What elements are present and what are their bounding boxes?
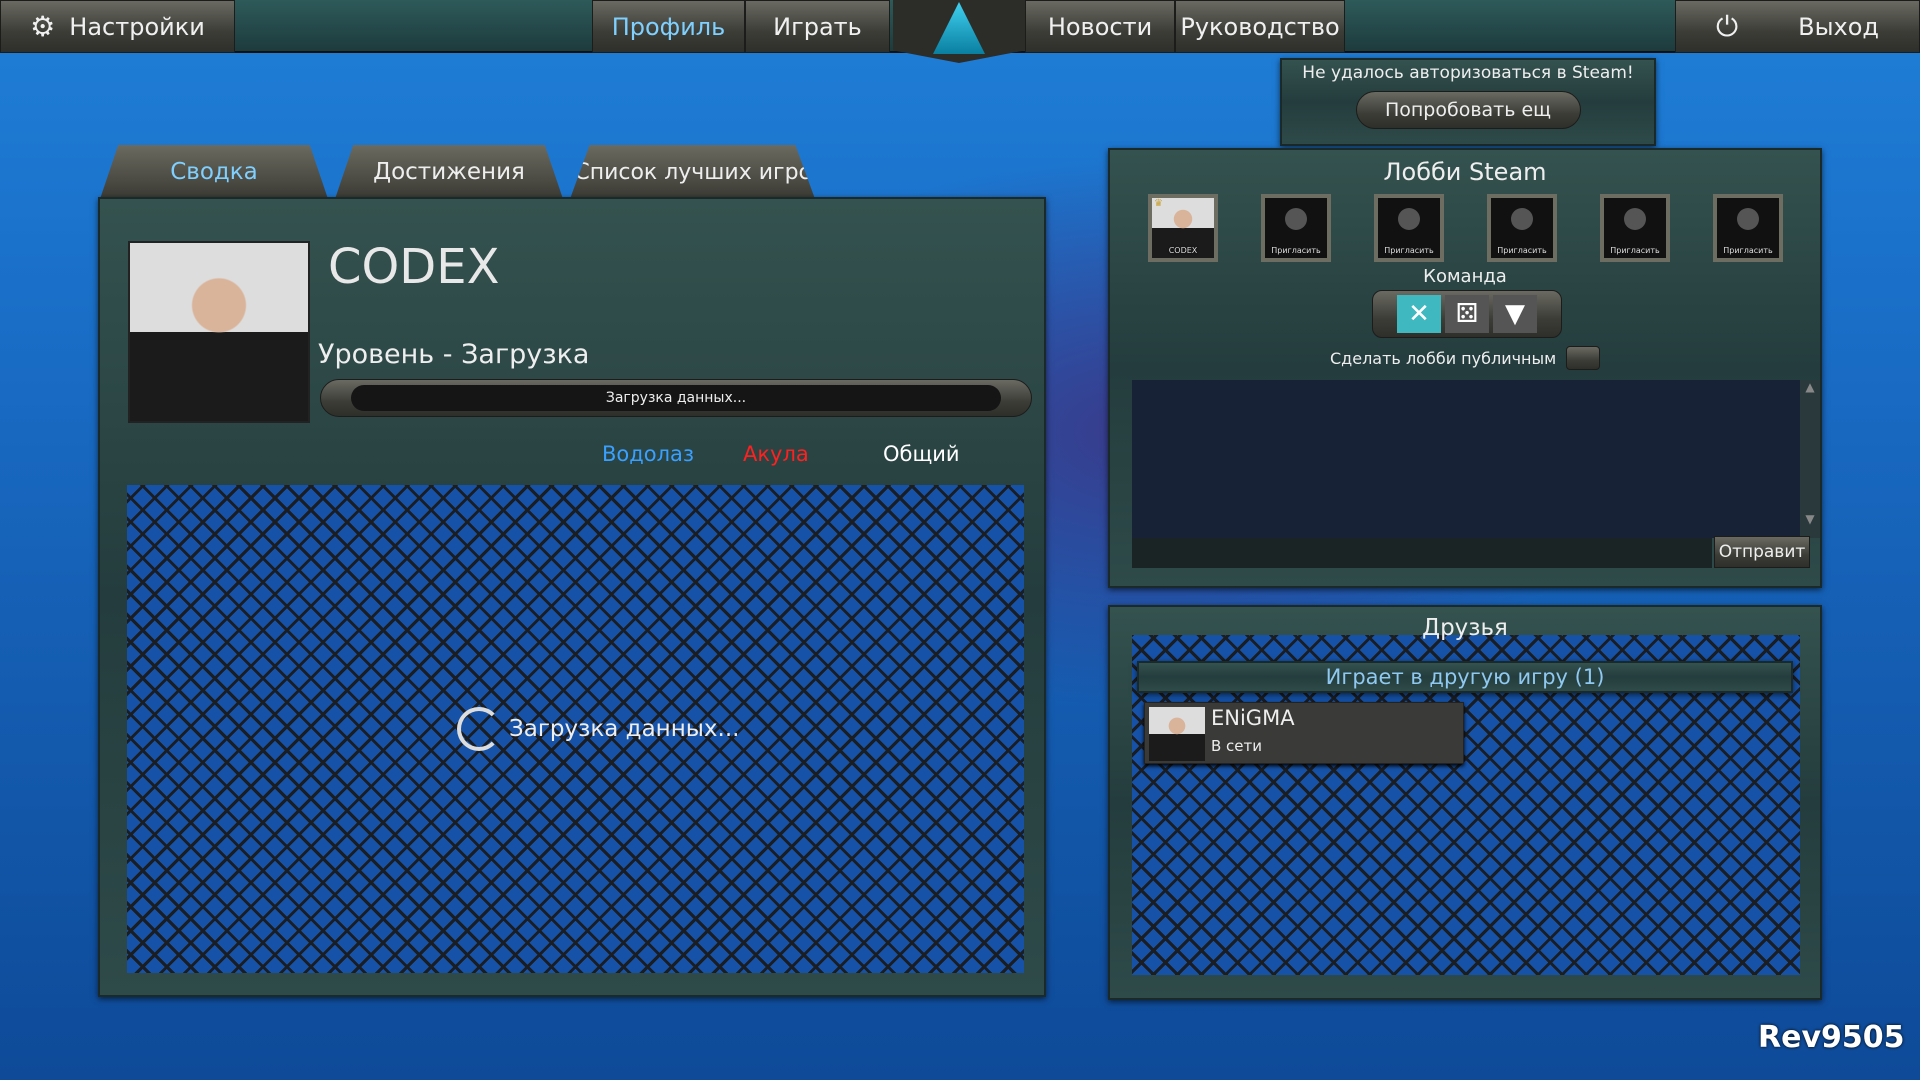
subtab-shark[interactable]: Акула bbox=[743, 441, 809, 467]
version-label: Rev9505 bbox=[1758, 1020, 1905, 1055]
friend-avatar bbox=[1149, 707, 1205, 761]
tab-news[interactable]: Новости bbox=[1025, 0, 1175, 53]
tab-guide[interactable]: Руководство bbox=[1175, 0, 1345, 53]
friend-item[interactable]: ENiGMA В сети bbox=[1144, 702, 1464, 764]
settings-button[interactable]: ⚙ Настройки bbox=[0, 0, 235, 53]
lobby-slot-host[interactable]: ♛ CODEX bbox=[1148, 194, 1218, 262]
friends-title: Друзья bbox=[1422, 615, 1508, 641]
exit-button[interactable]: ⏻ Выход bbox=[1675, 0, 1920, 53]
level-label: Уровень - Загрузка bbox=[318, 339, 590, 370]
user-placeholder-icon bbox=[1285, 208, 1307, 230]
profile-panel: CODEX Уровень - Загрузка Загрузка данных… bbox=[98, 197, 1046, 997]
user-placeholder-icon bbox=[1511, 208, 1533, 230]
dice-icon[interactable]: ⚄ bbox=[1445, 295, 1489, 333]
loading-spinner-icon bbox=[457, 707, 501, 751]
tab-profile[interactable]: Профиль bbox=[592, 0, 745, 53]
lobby-invite-slot[interactable]: Пригласить bbox=[1374, 194, 1444, 262]
steam-lobby-panel: Лобби Steam ♛ CODEX Пригласить Пригласить… bbox=[1108, 148, 1822, 588]
lobby-invite-slot[interactable]: Пригласить bbox=[1713, 194, 1783, 262]
retry-button[interactable]: Попробовать ещ bbox=[1355, 91, 1581, 129]
lobby-title: Лобби Steam bbox=[1383, 158, 1547, 186]
lobby-invite-slot[interactable]: Пригласить bbox=[1261, 194, 1331, 262]
progress-text: Загрузка данных... bbox=[351, 385, 1001, 411]
send-button[interactable]: Отправит bbox=[1714, 536, 1810, 568]
subtab-diver[interactable]: Водолаз bbox=[602, 441, 694, 467]
level-progress-bar: Загрузка данных... bbox=[320, 379, 1032, 417]
subtab-general[interactable]: Общий bbox=[883, 441, 960, 467]
shark-fin-logo-icon bbox=[933, 2, 985, 54]
gear-icon: ⚙ bbox=[30, 10, 56, 43]
crossed-spears-icon[interactable]: ✕ bbox=[1397, 295, 1441, 333]
stats-area: Загрузка данных... bbox=[127, 485, 1024, 973]
team-selector: ✕ ⚄ ▼ bbox=[1372, 290, 1562, 338]
tab-play[interactable]: Играть bbox=[745, 0, 890, 53]
user-placeholder-icon bbox=[1737, 208, 1759, 230]
chat-scrollbar[interactable]: ▲ ▼ bbox=[1800, 380, 1820, 538]
top-nav-bar: ⚙ Настройки Профиль Играть Новости Руков… bbox=[0, 0, 1920, 63]
public-lobby-toggle[interactable] bbox=[1566, 346, 1601, 370]
chat-log bbox=[1132, 380, 1800, 538]
steam-error-message: Не удалось авторизоваться в Steam! bbox=[1302, 63, 1634, 83]
friend-name: ENiGMA bbox=[1211, 706, 1295, 730]
logo-button[interactable] bbox=[893, 0, 1025, 63]
friend-status: В сети bbox=[1211, 737, 1263, 755]
loading-text: Загрузка данных... bbox=[509, 716, 740, 742]
profile-avatar bbox=[128, 241, 310, 423]
lobby-invite-slot[interactable]: Пригласить bbox=[1487, 194, 1557, 262]
friends-panel: Друзья Играет в другую игру (1) ENiGMA В… bbox=[1108, 605, 1822, 1000]
user-placeholder-icon bbox=[1624, 208, 1646, 230]
power-icon: ⏻ bbox=[1715, 9, 1739, 43]
friends-group-header[interactable]: Играет в другую игру (1) bbox=[1137, 661, 1793, 693]
user-placeholder-icon bbox=[1398, 208, 1420, 230]
tab-summary[interactable]: Сводка bbox=[100, 145, 328, 199]
team-label: Команда bbox=[1423, 266, 1507, 287]
shark-tooth-icon[interactable]: ▼ bbox=[1493, 295, 1537, 333]
public-lobby-label: Сделать лобби публичным bbox=[1330, 348, 1557, 368]
lobby-invite-slot[interactable]: Пригласить bbox=[1600, 194, 1670, 262]
tab-achievements[interactable]: Достижения bbox=[335, 145, 563, 199]
steam-error-box: Не удалось авторизоваться в Steam! Попро… bbox=[1280, 58, 1656, 146]
profile-name: CODEX bbox=[328, 239, 500, 295]
tab-leaderboard[interactable]: Список лучших игрс bbox=[570, 145, 815, 199]
crown-icon: ♛ bbox=[1154, 198, 1163, 209]
chat-input[interactable] bbox=[1132, 538, 1712, 568]
